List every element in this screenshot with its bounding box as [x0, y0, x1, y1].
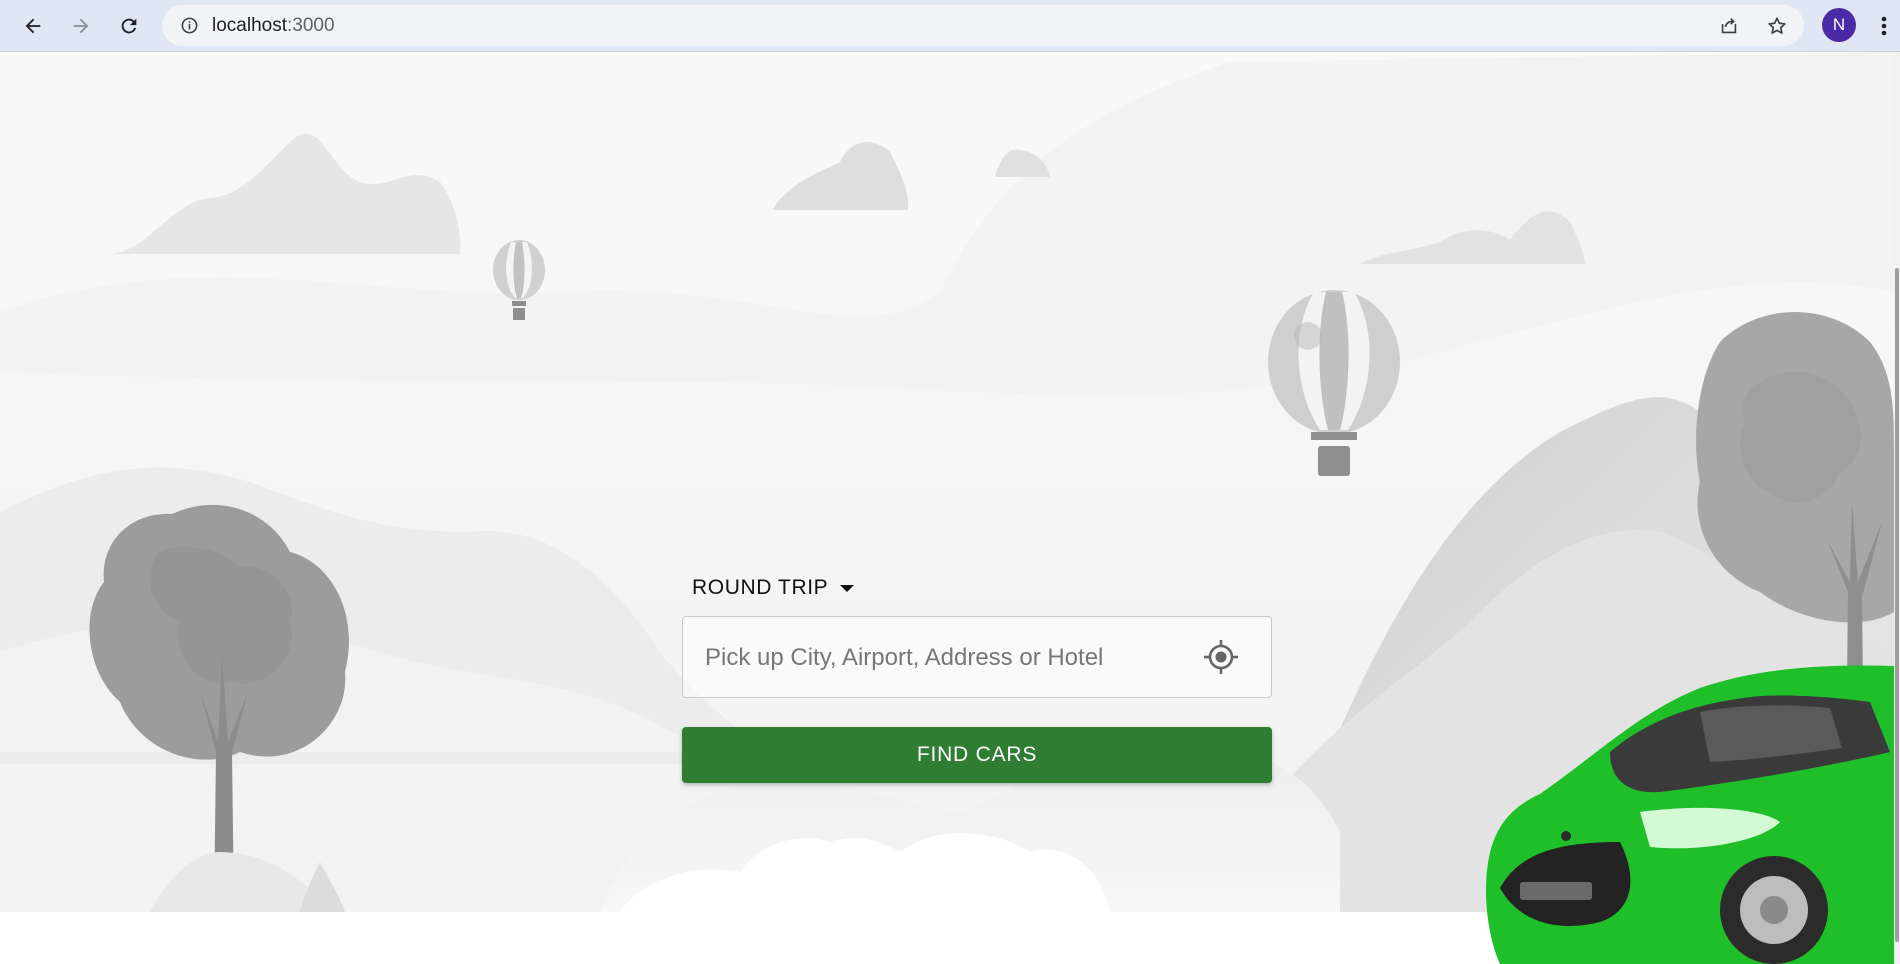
- reload-icon: [121, 18, 137, 34]
- find-cars-button[interactable]: FIND CARS: [682, 727, 1272, 783]
- more-vert-icon[interactable]: [1877, 12, 1891, 40]
- scrollbar-thumb[interactable]: [1895, 268, 1899, 942]
- pickup-location-input[interactable]: [703, 635, 1187, 681]
- browser-toolbar: localhost:3000 N: [0, 0, 1900, 52]
- caret-down-icon: [840, 584, 855, 592]
- reload-button[interactable]: [111, 8, 147, 44]
- trip-type-label: ROUND TRIP: [692, 576, 829, 599]
- landscape-illustration: [0, 52, 1900, 964]
- info-icon[interactable]: [180, 16, 199, 35]
- trip-type-dropdown[interactable]: ROUND TRIP: [692, 571, 855, 605]
- star-icon[interactable]: [1766, 15, 1788, 37]
- back-button[interactable]: [15, 8, 51, 44]
- forward-arrow-icon: [73, 18, 89, 34]
- url-text: localhost:3000: [212, 16, 335, 36]
- forward-button[interactable]: [63, 8, 99, 44]
- url-host: localhost: [212, 15, 287, 36]
- profile-avatar[interactable]: N: [1822, 8, 1856, 42]
- pickup-location-field[interactable]: [682, 616, 1272, 698]
- current-location-icon[interactable]: [1203, 639, 1239, 675]
- address-bar[interactable]: localhost:3000: [162, 5, 1804, 46]
- page-viewport: ROUND TRIP FIND CARS: [0, 52, 1900, 964]
- share-icon[interactable]: [1718, 15, 1740, 37]
- back-arrow-icon: [25, 18, 41, 34]
- url-port: :3000: [287, 15, 335, 36]
